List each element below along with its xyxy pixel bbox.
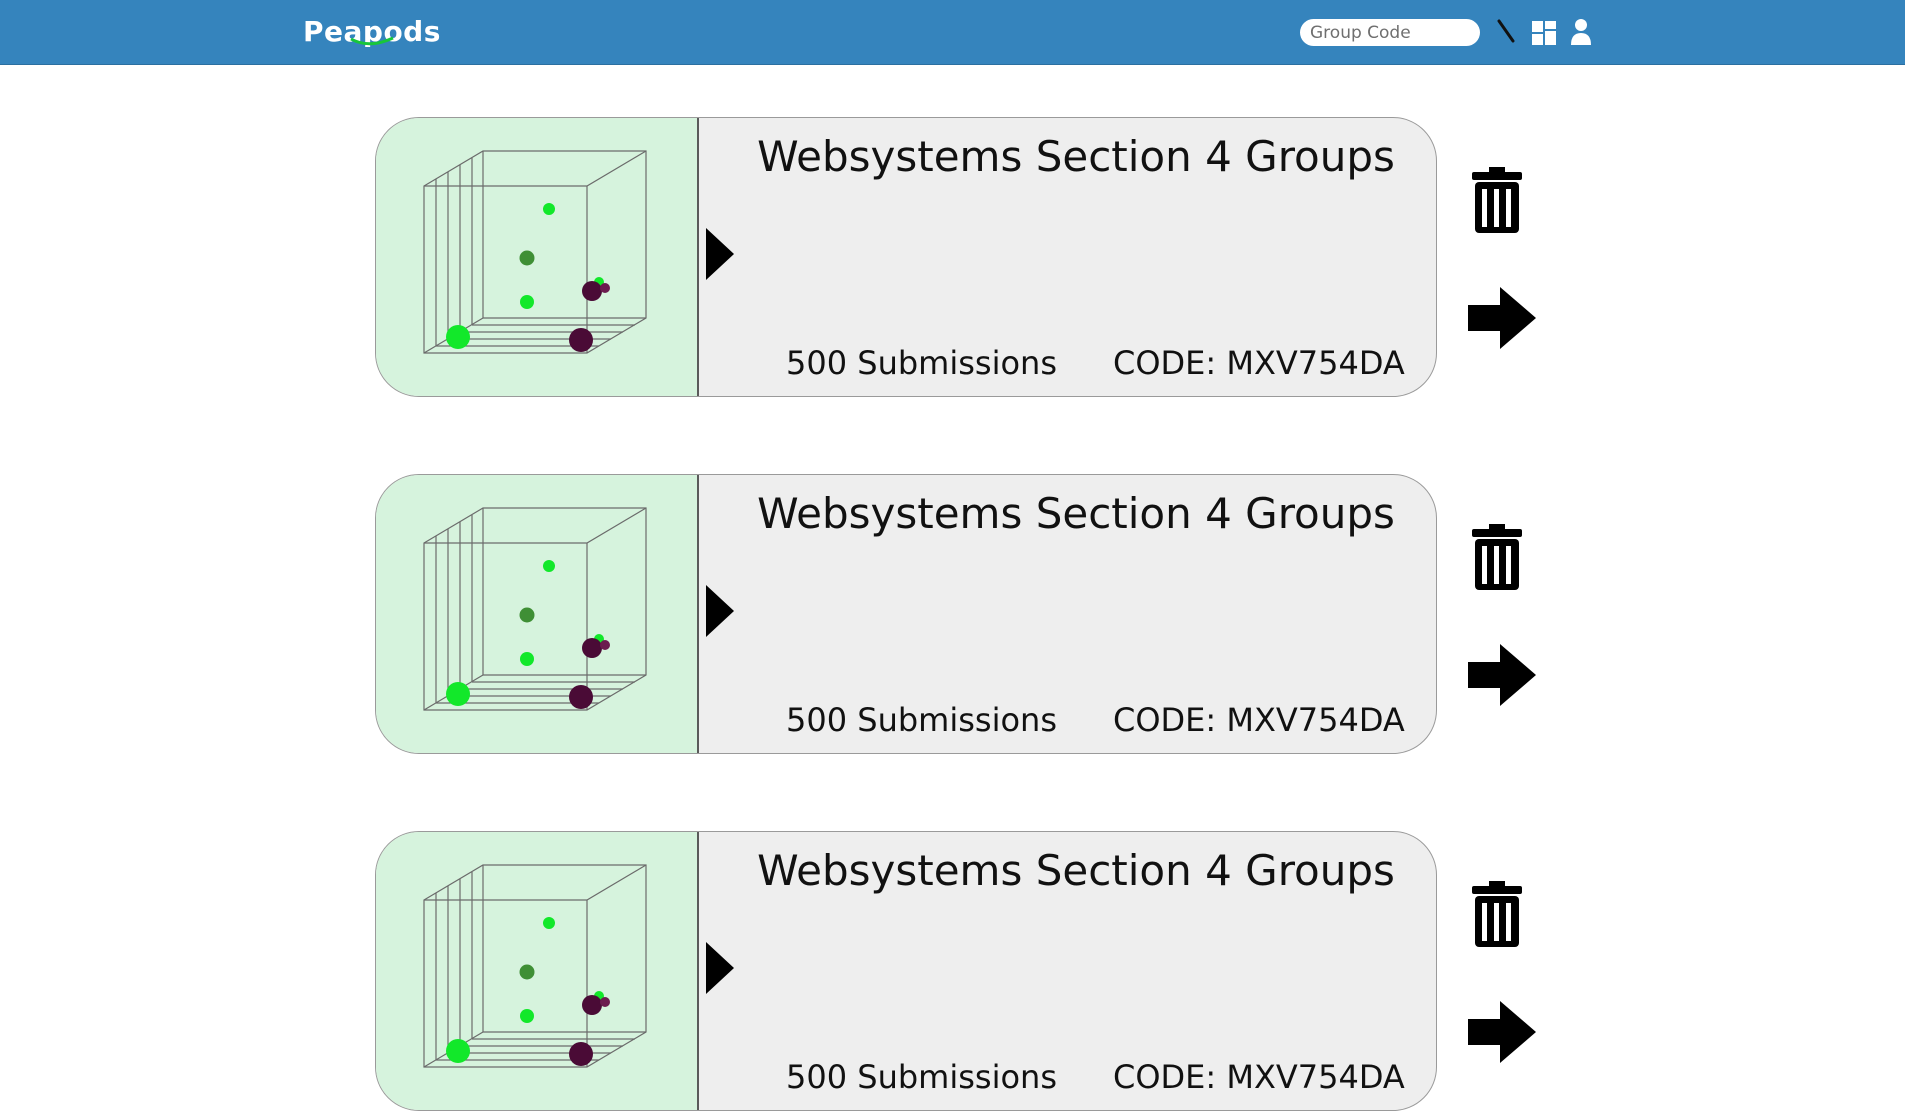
group-card[interactable]: Websystems Section 4 Groups 500 Submissi…: [375, 117, 1437, 397]
group-code: CODE: MXV754DA: [1113, 1058, 1405, 1096]
delete-trash-icon[interactable]: [1468, 524, 1526, 590]
group-card[interactable]: Websystems Section 4 Groups 500 Submissi…: [375, 474, 1437, 754]
group-code: CODE: MXV754DA: [1113, 701, 1405, 739]
open-group-arrow-icon[interactable]: [1468, 644, 1536, 706]
play-icon[interactable]: [706, 585, 736, 637]
group-code-input[interactable]: [1300, 19, 1480, 46]
top-navbar: Peapods: [0, 0, 1905, 65]
submission-count: 500 Submissions: [786, 344, 1057, 382]
logo-pod-swoosh: [350, 36, 394, 46]
peapods-logo[interactable]: Peapods: [303, 12, 440, 52]
open-group-arrow-icon[interactable]: [1468, 287, 1536, 349]
group-thumbnail: [376, 832, 699, 1110]
pen-icon[interactable]: [1493, 17, 1521, 47]
delete-trash-icon[interactable]: [1468, 881, 1526, 947]
delete-trash-icon[interactable]: [1468, 167, 1526, 233]
group-code: CODE: MXV754DA: [1113, 344, 1405, 382]
group-thumbnail: [376, 475, 699, 753]
scatter-cube-graphic: [423, 150, 647, 354]
scatter-cube-graphic: [423, 864, 647, 1068]
play-icon[interactable]: [706, 228, 736, 280]
group-title: Websystems Section 4 Groups: [757, 132, 1395, 181]
group-title: Websystems Section 4 Groups: [757, 846, 1395, 895]
group-title: Websystems Section 4 Groups: [757, 489, 1395, 538]
open-group-arrow-icon[interactable]: [1468, 1001, 1536, 1063]
submission-count: 500 Submissions: [786, 701, 1057, 739]
submission-count: 500 Submissions: [786, 1058, 1057, 1096]
scatter-cube-graphic: [423, 507, 647, 711]
group-thumbnail: [376, 118, 699, 396]
group-card[interactable]: Websystems Section 4 Groups 500 Submissi…: [375, 831, 1437, 1111]
dashboard-icon[interactable]: [1530, 17, 1558, 47]
play-icon[interactable]: [706, 942, 736, 994]
user-icon[interactable]: [1567, 17, 1595, 47]
